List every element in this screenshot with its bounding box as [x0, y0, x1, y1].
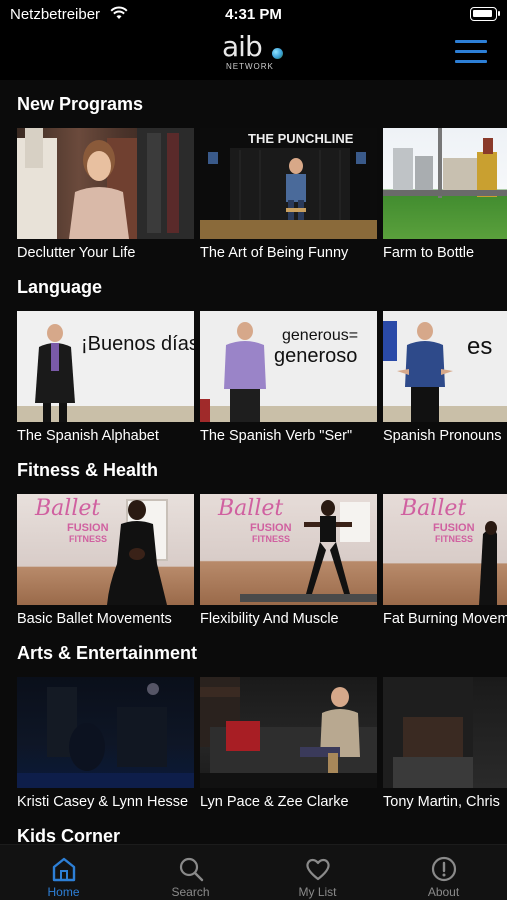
status-bar: Netzbetreiber 4:31 PM [0, 0, 507, 30]
program-card[interactable]: Declutter Your Life [17, 128, 194, 268]
tab-label: My List [298, 885, 337, 899]
program-thumbnail [17, 128, 194, 239]
info-icon [431, 856, 456, 882]
section-language: Language ¡Buenos días The Spanish Alphab… [17, 277, 507, 444]
thumbnail-caption: Ballet [401, 496, 467, 521]
program-title: Lyn Pace & Zee Clarke [200, 794, 349, 810]
main-content[interactable]: New Programs Declutter Your Life THE PUN… [0, 80, 507, 844]
globe-icon [272, 48, 283, 59]
aib-network-logo[interactable]: aib NETWORK [222, 30, 286, 74]
carousel-row[interactable]: Declutter Your Life THE PUNCHLINE The Ar… [17, 128, 507, 268]
section-title: Arts & Entertainment [17, 643, 198, 663]
program-thumbnail [17, 677, 194, 788]
program-title: Flexibility And Muscle [200, 611, 339, 627]
thumbnail-caption: FUSION [250, 522, 292, 534]
program-title: Kristi Casey & Lynn Hesse [17, 794, 189, 810]
program-thumbnail: generous= generoso [200, 311, 377, 422]
program-title: The Spanish Verb "Ser" [200, 428, 353, 444]
program-title: Spanish Pronouns [383, 428, 502, 444]
program-thumbnail: Ballet FUSION FITNESS [383, 494, 507, 605]
program-title: Tony Martin, Chris [383, 794, 500, 810]
program-card[interactable]: Kristi Casey & Lynn Hesse [17, 677, 194, 817]
thumbnail-caption: THE PUNCHLINE [248, 131, 354, 146]
program-card[interactable]: Farm to Bottle [383, 128, 507, 268]
thumbnail-caption: FITNESS [252, 534, 291, 544]
thumbnail-caption: FITNESS [435, 534, 474, 544]
section-new-programs: New Programs Declutter Your Life THE PUN… [17, 94, 507, 261]
thumbnail-caption: FUSION [433, 522, 475, 534]
section-arts-entertainment: Arts & Entertainment Kristi Casey & Lynn… [17, 643, 507, 810]
tab-about[interactable]: About [380, 845, 507, 900]
program-card[interactable]: Ballet FUSION FITNESS Flexibility And Mu… [200, 494, 377, 634]
program-title: Declutter Your Life [17, 245, 136, 261]
thumbnail-caption: Ballet [35, 496, 101, 521]
hamburger-menu-button[interactable] [455, 40, 487, 66]
status-time: 4:31 PM [225, 6, 282, 23]
tab-label: Home [47, 885, 80, 899]
carousel-row[interactable]: Ballet FUSION FITNESS Basic Ballet Movem… [17, 494, 507, 634]
tab-my-list[interactable]: My List [254, 845, 381, 900]
tab-bar: Home Search My List About [0, 844, 507, 900]
tab-label: About [427, 885, 460, 899]
heart-icon [305, 858, 330, 881]
program-thumbnail: Ballet FUSION FITNESS [200, 494, 377, 605]
program-thumbnail: ¡Buenos días [17, 311, 194, 422]
thumbnail-caption: generous= [282, 327, 359, 344]
thumbnail-caption: FUSION [67, 522, 109, 534]
program-card[interactable]: Tony Martin, Chris [383, 677, 507, 817]
menu-bar-icon [455, 40, 487, 43]
program-thumbnail [200, 677, 377, 788]
program-card[interactable]: Ballet FUSION FITNESS Fat Burning Moveme… [383, 494, 507, 634]
thumbnail-caption: generoso [274, 345, 358, 367]
logo-text: aib [222, 30, 263, 63]
program-title: Basic Ballet Movements [17, 611, 172, 627]
section-kids-corner: Kids Corner [17, 826, 507, 844]
program-card[interactable]: Ballet FUSION FITNESS Basic Ballet Movem… [17, 494, 194, 634]
tab-label: Search [171, 885, 210, 899]
app-header: aib NETWORK [0, 30, 507, 80]
program-card[interactable]: Lyn Pace & Zee Clarke [200, 677, 377, 817]
program-thumbnail: es [383, 311, 507, 422]
battery-icon [470, 7, 500, 21]
carousel-row[interactable]: Kristi Casey & Lynn Hesse Lyn Pace & Zee… [17, 677, 507, 817]
menu-bar-icon [455, 50, 487, 53]
tab-home[interactable]: Home [0, 845, 127, 900]
program-thumbnail: THE PUNCHLINE [200, 128, 377, 239]
tab-search[interactable]: Search [127, 845, 254, 900]
program-title: Farm to Bottle [383, 245, 475, 261]
program-title: The Spanish Alphabet [17, 428, 159, 444]
thumbnail-caption: es [467, 333, 493, 360]
program-title: The Art of Being Funny [200, 245, 349, 261]
logo-subtext: NETWORK [226, 62, 274, 71]
program-card[interactable]: generous= generoso The Spanish Verb "Ser… [200, 311, 377, 451]
menu-bar-icon [455, 60, 487, 63]
program-title: Fat Burning Movements [383, 611, 507, 627]
section-title: New Programs [17, 94, 144, 114]
program-thumbnail: Ballet FUSION FITNESS [17, 494, 194, 605]
thumbnail-caption: ¡Buenos días [81, 333, 194, 355]
thumbnail-caption: Ballet [218, 496, 284, 521]
section-title: Kids Corner [17, 826, 121, 844]
program-card[interactable]: es Spanish Pronouns [383, 311, 507, 451]
search-icon [179, 857, 203, 882]
program-card[interactable]: ¡Buenos días The Spanish Alphabet [17, 311, 194, 451]
thumbnail-caption: FITNESS [69, 534, 108, 544]
carousel-row[interactable]: ¡Buenos días The Spanish Alphabet genero… [17, 311, 507, 451]
home-icon [52, 857, 75, 882]
section-fitness-health: Fitness & Health Ballet FUSION FITNESS B… [17, 460, 507, 627]
section-title: Language [17, 277, 103, 297]
program-card[interactable]: THE PUNCHLINE The Art of Being Funny [200, 128, 377, 268]
program-thumbnail [383, 128, 507, 239]
section-title: Fitness & Health [17, 460, 159, 480]
program-thumbnail [383, 677, 507, 788]
